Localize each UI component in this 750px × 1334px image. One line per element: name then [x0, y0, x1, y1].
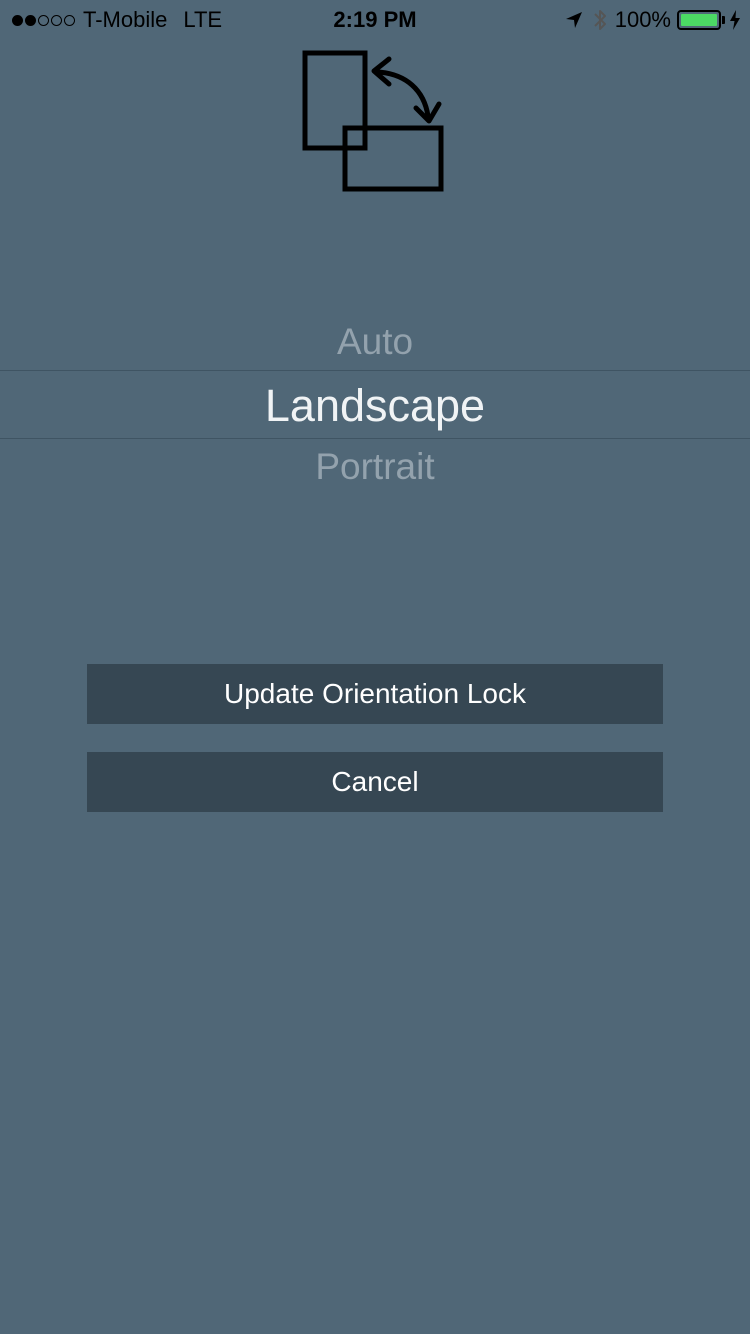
charging-bolt-icon — [730, 10, 740, 30]
update-orientation-lock-button[interactable]: Update Orientation Lock — [87, 664, 663, 724]
battery-icon — [677, 10, 721, 30]
bluetooth-icon — [593, 8, 607, 32]
cancel-button[interactable]: Cancel — [87, 752, 663, 812]
picker-option-landscape[interactable]: Landscape — [0, 380, 750, 432]
status-right: 100% — [565, 6, 740, 34]
picker-divider-top — [0, 370, 750, 371]
picker-option-auto[interactable]: Auto — [0, 321, 750, 363]
picker-option-portrait[interactable]: Portrait — [0, 446, 750, 488]
rotate-orientation-icon — [298, 46, 448, 196]
battery-percent: 100% — [614, 7, 671, 32]
location-arrow-icon — [565, 11, 583, 29]
orientation-picker[interactable]: Auto Landscape Portrait — [0, 300, 750, 500]
picker-divider-bottom — [0, 438, 750, 439]
battery-fill — [681, 14, 717, 26]
status-bar: T-Mobile LTE 2:19 PM 100% — [0, 0, 750, 40]
battery-nub — [722, 16, 725, 24]
